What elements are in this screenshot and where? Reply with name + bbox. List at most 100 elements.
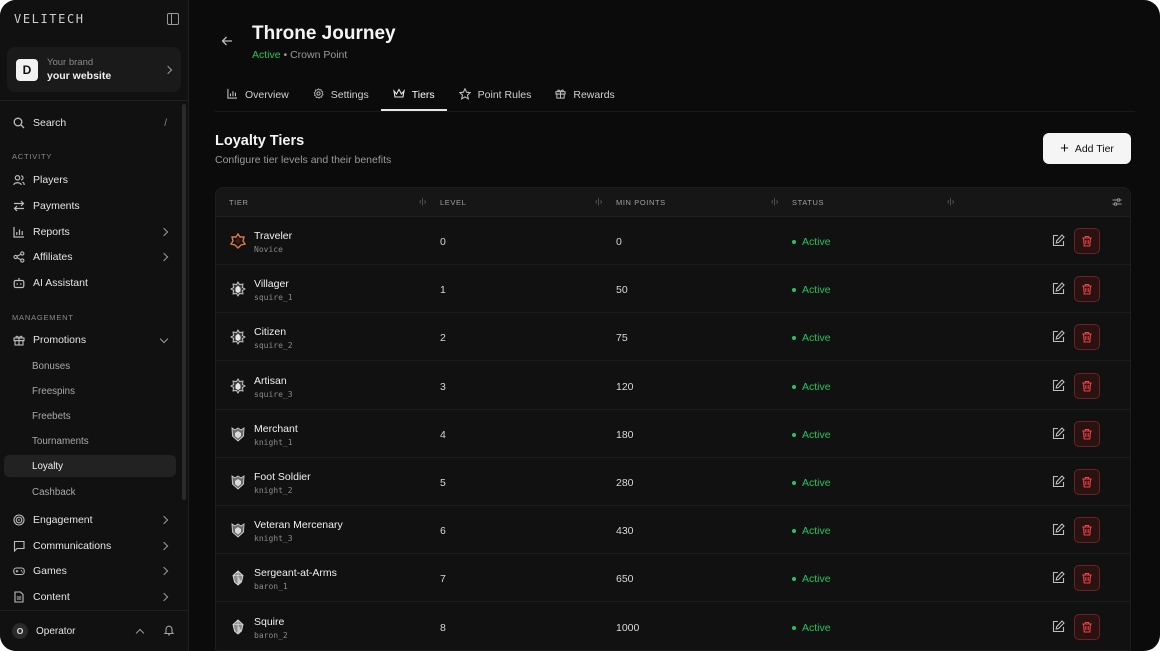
sidebar-header: VELITECH: [14, 10, 179, 28]
table-row[interactable]: Citizen squire_2 2 75 Active: [216, 313, 1130, 362]
sidebar-item-engagement[interactable]: Engagement: [4, 509, 176, 531]
edit-tier-button[interactable]: [1052, 330, 1066, 344]
column-header-status[interactable]: STATUS: [792, 198, 824, 207]
delete-tier-button[interactable]: [1074, 565, 1100, 592]
status-dot: [792, 384, 796, 389]
table-row[interactable]: Foot Soldier knight_2 5 280 Active: [216, 458, 1130, 506]
status-badge: Active: [792, 236, 831, 248]
tier-min-points: 1000: [616, 621, 640, 634]
tier-min-points: 50: [616, 284, 628, 297]
column-header-tier[interactable]: TIER: [229, 198, 248, 207]
table-row[interactable]: Sergeant-at-Arms baron_1 7 650 Active: [216, 554, 1130, 603]
gamepad-icon: [13, 565, 25, 577]
table-row[interactable]: Veteran Mercenary knight_3 6 430 Active: [216, 506, 1130, 555]
edit-tier-button[interactable]: [1052, 234, 1066, 248]
edit-tier-button[interactable]: [1052, 427, 1066, 441]
sidebar-collapse-icon[interactable]: [167, 13, 179, 25]
table-row[interactable]: Villager squire_1 1 50 Active: [216, 265, 1130, 314]
sidebar-subitem-freebets[interactable]: Freebets: [4, 405, 176, 427]
sidebar-item-games[interactable]: Games: [4, 560, 176, 582]
delete-tier-button[interactable]: [1074, 372, 1100, 399]
status-label: Active: [802, 477, 831, 489]
edit-tier-button[interactable]: [1052, 619, 1066, 634]
column-header-level[interactable]: LEVEL: [440, 198, 466, 207]
delete-tier-button[interactable]: [1074, 420, 1100, 447]
sidebar-item-content[interactable]: Content: [4, 586, 176, 608]
tiers-table: TIER ‹|› LEVEL ‹|› MIN POINTS ‹|› STATUS…: [215, 187, 1131, 651]
tab-settings[interactable]: Settings: [301, 79, 381, 111]
section-label-activity: ACTIVITY: [12, 152, 53, 161]
table-row[interactable]: Squire baron_2 8 1000 Active: [216, 603, 1130, 651]
edit-icon: [1052, 523, 1065, 540]
sidebar-search[interactable]: Search /: [4, 112, 176, 134]
tab-label: Rewards: [573, 89, 615, 101]
sidebar-item-communications[interactable]: Communications: [4, 535, 176, 557]
status-dot: [792, 577, 796, 582]
status-badge: Active: [792, 477, 831, 489]
edit-icon: [1052, 475, 1065, 492]
delete-tier-button[interactable]: [1074, 324, 1100, 351]
column-resize-handle[interactable]: ‹|›: [595, 197, 602, 206]
operator-menu[interactable]: O Operator: [0, 610, 189, 651]
brand-switcher[interactable]: D Your brand your website: [7, 47, 181, 92]
sidebar-item-affiliates[interactable]: Affiliates: [4, 246, 176, 268]
sidebar-item-label: Content: [33, 591, 70, 603]
tier-badge-icon: [230, 281, 246, 298]
sidebar-subitem-cashback[interactable]: Cashback: [4, 481, 176, 503]
trash-icon: [1081, 331, 1093, 343]
table-row[interactable]: Merchant knight_1 4 180 Active: [216, 410, 1130, 458]
table-row[interactable]: Traveler Novice 0 0 Active: [216, 217, 1130, 265]
delete-tier-button[interactable]: [1074, 517, 1100, 544]
sidebar-subitem-freespins[interactable]: Freespins: [4, 380, 176, 402]
tier-min-points: 120: [616, 380, 634, 393]
back-arrow-icon[interactable]: [221, 35, 233, 50]
sidebar-item-payments[interactable]: Payments: [4, 195, 176, 217]
edit-tier-button[interactable]: [1052, 378, 1066, 393]
edit-tier-button[interactable]: [1052, 282, 1066, 296]
search-label: Search: [33, 117, 67, 129]
edit-tier-button[interactable]: [1052, 475, 1066, 489]
trash-icon: [1081, 621, 1093, 633]
tab-overview[interactable]: Overview: [215, 79, 301, 111]
delete-tier-button[interactable]: [1074, 613, 1100, 640]
tier-badge-icon: [230, 329, 246, 346]
sidebar-item-ai-assistant[interactable]: AI Assistant: [4, 272, 176, 294]
tab-tiers[interactable]: Tiers: [380, 79, 447, 111]
app-logo: VELITECH: [14, 12, 85, 26]
tier-min-points: 75: [616, 332, 628, 345]
sidebar: VELITECH D Your brand your website Searc…: [0, 0, 189, 651]
delete-tier-button[interactable]: [1074, 228, 1100, 254]
sidebar-subitem-bonuses[interactable]: Bonuses: [4, 355, 176, 377]
sidebar-scrollbar[interactable]: [182, 104, 186, 500]
column-resize-handle[interactable]: ‹|›: [419, 197, 426, 206]
brand-name: your website: [47, 69, 112, 82]
tab-point-rules[interactable]: Point Rules: [447, 79, 544, 111]
edit-icon: [1052, 282, 1065, 299]
tier-name: Villager: [254, 278, 289, 291]
chevron-up-icon[interactable]: [135, 628, 145, 637]
search-shortcut: /: [164, 117, 167, 129]
operator-name: Operator: [36, 625, 76, 637]
column-resize-handle[interactable]: ‹|›: [771, 197, 778, 206]
sidebar-item-promotions[interactable]: Promotions: [4, 329, 176, 351]
edit-tier-button[interactable]: [1052, 523, 1066, 537]
gear-icon: [313, 88, 324, 102]
delete-tier-button[interactable]: [1074, 276, 1100, 303]
sidebar-subitem-tournaments[interactable]: Tournaments: [4, 430, 176, 452]
delete-tier-button[interactable]: [1074, 469, 1100, 495]
sidebar-item-players[interactable]: Players: [4, 169, 176, 191]
sidebar-item-reports[interactable]: Reports: [4, 221, 176, 243]
table-row[interactable]: Artisan squire_3 3 120 Active: [216, 362, 1130, 410]
column-settings-icon[interactable]: [1112, 197, 1122, 209]
tier-badge-icon: [230, 426, 246, 442]
edit-tier-button[interactable]: [1052, 571, 1066, 585]
status-badge: Active: [792, 525, 831, 537]
edit-icon: [1052, 234, 1065, 251]
tab-rewards[interactable]: Rewards: [543, 79, 626, 111]
add-tier-button[interactable]: + Add Tier: [1043, 133, 1131, 164]
tier-min-points: 280: [616, 477, 634, 489]
bell-icon[interactable]: [163, 624, 175, 639]
column-header-min-points[interactable]: MIN POINTS: [616, 198, 666, 207]
sidebar-subitem-loyalty[interactable]: Loyalty: [4, 455, 176, 477]
column-resize-handle[interactable]: ‹|›: [947, 197, 954, 206]
